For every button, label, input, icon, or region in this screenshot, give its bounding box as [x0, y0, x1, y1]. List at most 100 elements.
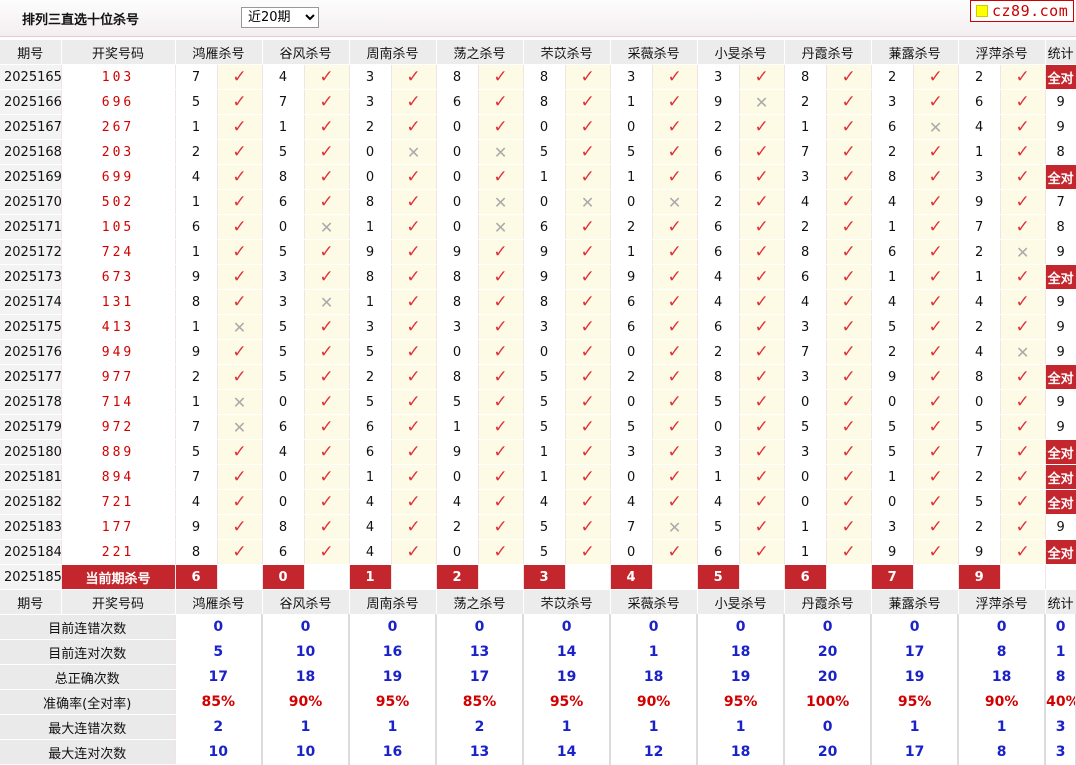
summary-value: 17: [436, 664, 525, 690]
summary-value: 18: [610, 664, 699, 690]
kill-number-cell: 0: [436, 464, 479, 490]
check-icon: ✓: [217, 439, 263, 465]
kill-number-cell: 1: [871, 464, 914, 490]
kill-number-cell: 1: [175, 314, 218, 340]
summary-label: 最大连对次数: [0, 739, 176, 765]
kill-number-cell: 4: [349, 514, 392, 540]
check-icon: ✓: [565, 89, 611, 115]
kill-number-cell: 8: [436, 289, 479, 315]
check-icon: ✓: [913, 289, 959, 315]
kill-number-cell: 0: [610, 339, 653, 365]
check-icon: ✓: [826, 414, 872, 440]
summary-value: 18: [958, 664, 1047, 690]
kill-number-cell: 0: [784, 464, 827, 490]
kill-number-cell: 2: [871, 64, 914, 90]
summary-value: 1: [871, 714, 960, 740]
current-empty-cell: [565, 564, 611, 590]
kill-number-cell: 7: [175, 64, 218, 90]
period-cell: 2025182: [0, 489, 62, 515]
current-kill-label: 当前期杀号: [61, 564, 176, 590]
draw-number-cell: 221: [61, 539, 176, 565]
column-header-expert: 丹霞杀号: [784, 40, 872, 65]
kill-number-cell: 8: [349, 189, 392, 215]
current-kill-number: 3: [523, 564, 566, 590]
check-icon: ✓: [217, 239, 263, 265]
current-kill-number: 5: [697, 564, 740, 590]
summary-value: 0: [784, 714, 873, 740]
check-icon: ✓: [1000, 289, 1046, 315]
kill-number-cell: 5: [523, 139, 566, 165]
period-range-select[interactable]: 近20期: [241, 7, 319, 28]
summary-value: 3: [1045, 714, 1076, 740]
check-icon: ✓: [739, 514, 785, 540]
stat-cell: 9: [1045, 239, 1076, 265]
cross-icon: ✕: [739, 89, 785, 115]
kill-number-cell: 9: [523, 264, 566, 290]
kill-number-cell: 4: [262, 64, 305, 90]
kill-number-cell: 5: [871, 314, 914, 340]
kill-number-cell: 0: [523, 114, 566, 140]
kill-number-cell: 1: [349, 464, 392, 490]
kill-number-cell: 4: [784, 189, 827, 215]
check-icon: ✓: [391, 389, 437, 415]
column-header-period: 期号: [0, 40, 62, 65]
check-icon: ✓: [826, 264, 872, 290]
check-icon: ✓: [478, 314, 524, 340]
logo-text: cz89.com: [992, 2, 1069, 20]
check-icon: ✓: [217, 339, 263, 365]
page-title: 排列三直选十位杀号: [22, 13, 140, 28]
summary-value: 0: [871, 614, 960, 640]
check-icon: ✓: [826, 289, 872, 315]
draw-number-cell: 267: [61, 114, 176, 140]
kill-number-cell: 8: [784, 239, 827, 265]
summary-value: 14: [523, 639, 612, 665]
check-icon: ✓: [478, 239, 524, 265]
current-empty-cell: [913, 564, 959, 590]
table-row: 2025165 103 7 ✓ 4 ✓ 3 ✓ 8 ✓ 8 ✓ 3 ✓ 3 ✓ 8 ✓ 2 ✓ 2 ✓ 全对: [0, 64, 1076, 90]
current-kill-number: 0: [262, 564, 305, 590]
column-header-expert: 周南杀号: [349, 589, 437, 615]
kill-number-cell: 7: [958, 439, 1001, 465]
kill-number-cell: 2: [610, 364, 653, 390]
summary-label: 目前连错次数: [0, 614, 176, 640]
current-period-row: 2025185 当前期杀号 6 0 1 2 3 4 5 6 7 9: [0, 564, 1076, 590]
check-icon: ✓: [652, 214, 698, 240]
cross-icon: ✕: [565, 189, 611, 215]
summary-value: 19: [697, 664, 786, 690]
kill-number-cell: 8: [175, 289, 218, 315]
check-icon: ✓: [478, 414, 524, 440]
check-icon: ✓: [478, 264, 524, 290]
kill-number-cell: 2: [175, 364, 218, 390]
summary-value: 0: [610, 614, 699, 640]
column-header-row: 期号 开奖号码 鸿雁杀号 谷风杀号 周南杀号 荡之杀号 芣苡杀号 采薇杀号 小旻杀号 丹霞杀号 蒹露…: [0, 589, 1076, 615]
period-cell: 2025177: [0, 364, 62, 390]
check-icon: ✓: [565, 364, 611, 390]
summary-value: 18: [697, 739, 786, 765]
check-icon: ✓: [391, 89, 437, 115]
check-icon: ✓: [565, 539, 611, 565]
check-icon: ✓: [304, 514, 350, 540]
check-icon: ✓: [217, 264, 263, 290]
table-row: 2025175 413 1 ✕ 5 ✓ 3 ✓ 3 ✓ 3 ✓ 6 ✓ 6 ✓ 3 ✓ 5 ✓ 2 ✓ 9: [0, 314, 1076, 340]
check-icon: ✓: [478, 439, 524, 465]
check-icon: ✓: [913, 314, 959, 340]
table-row: 2025168 203 2 ✓ 5 ✓ 0 ✕ 0 ✕ 5 ✓ 5 ✓ 6 ✓ 7 ✓ 2 ✓ 1 ✓ 8: [0, 139, 1076, 165]
period-cell: 2025183: [0, 514, 62, 540]
summary-value: 1: [523, 714, 612, 740]
check-icon: ✓: [217, 214, 263, 240]
check-icon: ✓: [304, 189, 350, 215]
check-icon: ✓: [391, 114, 437, 140]
kill-number-cell: 8: [175, 539, 218, 565]
table-row: 2025182 721 4 ✓ 0 ✓ 4 ✓ 4 ✓ 4 ✓ 4 ✓ 4 ✓ 0 ✓ 0 ✓ 5 ✓ 全对: [0, 489, 1076, 515]
kill-number-cell: 2: [436, 514, 479, 540]
summary-value: 0: [523, 614, 612, 640]
summary-value: 3: [1045, 739, 1076, 765]
logo-square-icon: [976, 5, 988, 17]
check-icon: ✓: [652, 414, 698, 440]
summary-value: 0: [175, 614, 264, 640]
summary-value: 8: [1045, 664, 1076, 690]
site-logo[interactable]: cz89.com: [970, 0, 1074, 22]
kill-number-cell: 0: [610, 114, 653, 140]
check-icon: ✓: [826, 189, 872, 215]
current-empty-cell: [826, 564, 872, 590]
